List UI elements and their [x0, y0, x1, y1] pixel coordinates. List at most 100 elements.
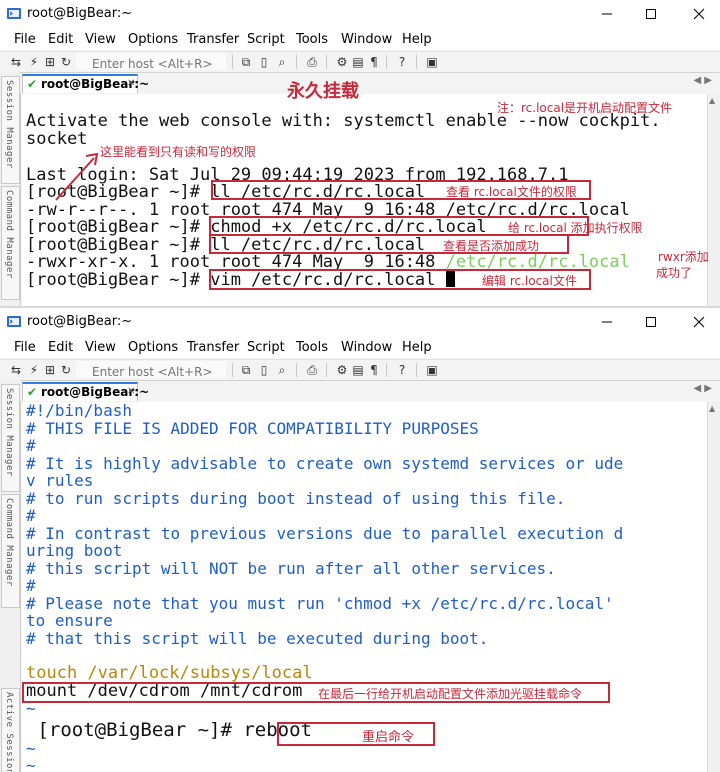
copy-icon[interactable]: ⧉	[238, 362, 254, 378]
session-manager-tab[interactable]: Session Manager	[1, 76, 20, 184]
menu-help[interactable]: Help	[402, 32, 432, 47]
close-icon[interactable]	[690, 5, 708, 23]
tab-scroll-arrows-icon[interactable]: ◀ ▶	[693, 383, 712, 394]
paste-icon[interactable]: ▯	[256, 54, 272, 70]
tab-close-icon[interactable]: ✕	[127, 386, 135, 397]
enter-host-field[interactable]	[76, 361, 238, 379]
menu-tools[interactable]: Tools	[296, 32, 328, 47]
reconnect-icon[interactable]: ↻	[58, 54, 74, 70]
menu-tools[interactable]: Tools	[296, 340, 328, 355]
quick-connect-icon[interactable]: ⚡	[26, 54, 42, 70]
annotation-check-note: 查看是否添加成功	[443, 239, 540, 253]
paste-icon[interactable]: ▯	[256, 362, 272, 378]
toolbar-separator	[232, 363, 233, 377]
menu-file[interactable]: File	[14, 32, 36, 47]
touch-line: touch /var/lock/subsys/local	[26, 663, 313, 683]
print-icon[interactable]: ⎙	[304, 362, 320, 378]
title-bar[interactable]: root@BigBear:~	[0, 308, 720, 338]
help-icon[interactable]: ?	[394, 54, 410, 70]
enter-host-input[interactable]	[76, 364, 238, 379]
menu-bar: File Edit View Options Transfer Script T…	[0, 30, 720, 50]
minimize-icon[interactable]	[598, 5, 616, 23]
annotation-title: 永久挂载	[287, 81, 359, 102]
editor-line: # to run scripts during boot instead of …	[26, 489, 566, 508]
menu-view[interactable]: View	[85, 340, 116, 355]
connected-check-icon: ✔	[27, 385, 38, 399]
toolbar-separator	[416, 55, 417, 69]
scroll-up-icon[interactable]: ▲	[709, 96, 715, 105]
screenshot-icon[interactable]: ▣	[424, 54, 440, 70]
securecrt-window-bottom: root@BigBear:~ File Edit View Options Tr…	[0, 306, 720, 772]
menu-script[interactable]: Script	[247, 32, 285, 47]
toolbar-separator	[386, 55, 387, 69]
editor-line: # this script will NOT be run after all …	[26, 559, 556, 578]
print-icon[interactable]: ⎙	[304, 54, 320, 70]
help-icon[interactable]: ?	[394, 362, 410, 378]
editor-line: #	[26, 506, 36, 525]
active-sessions-tab[interactable]: Active Sessions	[1, 688, 20, 772]
enter-host-field[interactable]	[76, 53, 238, 71]
terminal-scrollbar[interactable]: ▲	[707, 94, 720, 306]
menu-file[interactable]: File	[14, 340, 36, 355]
menu-help[interactable]: Help	[402, 340, 432, 355]
annotation-note: 注：rc.local是开机启动配置文件	[497, 101, 673, 115]
connect-icon[interactable]: ⇆	[8, 54, 24, 70]
connect-tab-icon[interactable]: ⊞	[42, 362, 58, 378]
enter-host-input[interactable]	[76, 56, 238, 71]
menu-options[interactable]: Options	[128, 340, 178, 355]
securecrt-app-icon	[7, 316, 21, 327]
menu-window[interactable]: Window	[341, 340, 392, 355]
keymap-icon[interactable]: ¶	[366, 54, 382, 70]
find-icon[interactable]: ⌕	[274, 54, 290, 70]
editor-line: # Please note that you must run 'chmod +…	[26, 594, 614, 613]
session-options-icon[interactable]: ▤	[350, 362, 366, 378]
editor-line: to ensure	[26, 611, 113, 630]
menu-transfer[interactable]: Transfer	[187, 32, 239, 47]
find-icon[interactable]: ⌕	[274, 362, 290, 378]
settings-gear-icon[interactable]: ⚙	[334, 362, 350, 378]
scroll-up-icon[interactable]: ▲	[709, 404, 715, 413]
annotation-rwxr-line1: rwxr添加	[658, 250, 709, 264]
connect-tab-icon[interactable]: ⊞	[42, 54, 58, 70]
menu-script[interactable]: Script	[247, 340, 285, 355]
session-manager-tab[interactable]: Session Manager	[1, 384, 20, 492]
maximize-icon[interactable]	[642, 5, 660, 23]
session-manager-label: Session Manager	[4, 80, 14, 169]
session-options-icon[interactable]: ▤	[350, 54, 366, 70]
editor-line: #!/bin/bash	[26, 402, 132, 420]
title-bar[interactable]: root@BigBear:~	[0, 0, 720, 30]
menu-window[interactable]: Window	[341, 32, 392, 47]
editor-line: # THIS FILE IS ADDED FOR COMPATIBILITY P…	[26, 419, 479, 438]
editor-line: #	[26, 576, 36, 595]
settings-gear-icon[interactable]: ⚙	[334, 54, 350, 70]
tab-close-icon[interactable]: ✕	[127, 78, 135, 89]
menu-options[interactable]: Options	[128, 32, 178, 47]
close-icon[interactable]	[690, 313, 708, 331]
tab-scroll-arrows-icon[interactable]: ◀ ▶	[693, 75, 712, 86]
menu-transfer[interactable]: Transfer	[187, 340, 239, 355]
menu-edit[interactable]: Edit	[48, 32, 73, 47]
session-tab[interactable]: ✔ root@BigBear:~ ✕	[22, 382, 149, 401]
editor-line: [root@BigBear ~]# reboot	[26, 719, 312, 741]
vim-editor-screen[interactable]: #!/bin/bash # THIS FILE IS ADDED FOR COM…	[22, 402, 708, 772]
keymap-icon[interactable]: ¶	[366, 362, 382, 378]
copy-icon[interactable]: ⧉	[238, 54, 254, 70]
annotation-arrow-note: 这里能看到只有读和写的权限	[100, 145, 257, 159]
annotation-rwxr-line2: 成功了	[656, 266, 693, 280]
screenshot-icon[interactable]: ▣	[424, 362, 440, 378]
reconnect-icon[interactable]: ↻	[58, 362, 74, 378]
command-manager-tab[interactable]: Command Manager	[1, 186, 20, 300]
quick-connect-icon[interactable]: ⚡	[26, 362, 42, 378]
session-manager-label: Session Manager	[4, 388, 14, 477]
menu-view[interactable]: View	[85, 32, 116, 47]
session-tab-bar: ✔ root@BigBear:~ ✕ ◀ ▶	[20, 73, 720, 93]
toolbar-separator	[326, 55, 327, 69]
session-tab[interactable]: ✔ root@BigBear:~ ✕	[22, 74, 149, 93]
side-panel-strip: Session Manager Command Manager Active S…	[0, 380, 21, 772]
editor-scrollbar[interactable]: ▲	[707, 402, 720, 772]
minimize-icon[interactable]	[598, 313, 616, 331]
command-manager-tab[interactable]: Command Manager	[1, 494, 20, 608]
maximize-icon[interactable]	[642, 313, 660, 331]
menu-edit[interactable]: Edit	[48, 340, 73, 355]
connect-icon[interactable]: ⇆	[8, 362, 24, 378]
